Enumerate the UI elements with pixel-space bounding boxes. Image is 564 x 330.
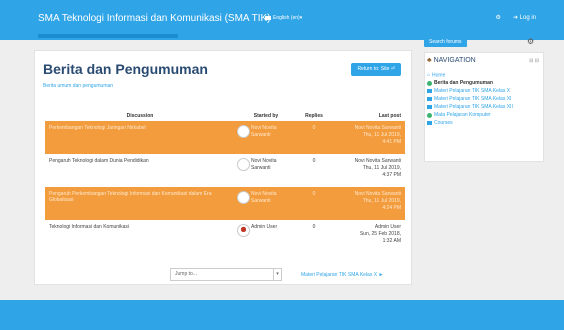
avatar[interactable] <box>237 191 250 204</box>
nav-item-kelas-xii[interactable]: Materi Pelajaran TIK SMA Kelas XII <box>427 103 543 111</box>
navigation-list: ⌂ Home Berita dan Pengumuman Materi Pelaj… <box>427 71 543 127</box>
last-post-date[interactable]: Thu, 11 Jul 2019, <box>331 132 401 139</box>
navbar-right: ⚙ ➜ Log in <box>496 14 536 21</box>
page-subtitle: Berita umum dan pengumuman <box>43 83 114 89</box>
last-post-time[interactable]: 4:41 PM <box>331 139 401 146</box>
page-footer <box>0 300 564 330</box>
discussion-table: Discussion Started by Replies Last post … <box>45 111 405 253</box>
starter-name[interactable]: Admin User <box>251 224 277 231</box>
last-post-time[interactable]: 4:37 PM <box>331 172 401 179</box>
return-icon: ⏎ <box>390 66 395 72</box>
avatar[interactable] <box>237 158 250 171</box>
page-title: Berita dan Pengumuman <box>43 61 208 77</box>
avatar[interactable] <box>237 224 250 237</box>
nav-item-kelas-x[interactable]: Materi Pelajaran TIK SMA Kelas X <box>427 87 543 95</box>
site-brand[interactable]: SMA Teknologi Informasi dan Komunikasi (… <box>38 13 271 24</box>
replies-count[interactable]: 0 <box>297 154 331 187</box>
settings-icon[interactable]: ⚙ <box>496 14 501 21</box>
jump-to-value: Jump to... <box>175 271 197 277</box>
forum-panel: Berita dan Pengumuman Berita umum dan pe… <box>34 50 412 285</box>
nav-item-courses[interactable]: Courses <box>427 119 543 127</box>
folder-icon <box>427 97 432 101</box>
home-icon: ⌂ <box>427 72 431 78</box>
gear-icon[interactable]: ⚙ <box>527 37 534 46</box>
collapse-icon[interactable]: ⊟ <box>535 58 539 64</box>
last-post-date[interactable]: Thu, 11 Jul 2019, <box>331 165 401 172</box>
discussion-link[interactable]: Pengaruh Teknologi dalam Dunia Pendidika… <box>45 154 235 187</box>
navigation-block: ♣ NAVIGATION ⊟ ⊟ ⌂ Home Berita dan Pengumu… <box>424 52 544 162</box>
last-post-author[interactable]: Novi Novita Sarwanti <box>331 158 401 165</box>
avatar[interactable] <box>237 125 250 138</box>
login-icon: ➜ <box>512 15 518 21</box>
last-post-time[interactable]: 1:32 AM <box>331 238 401 245</box>
folder-icon <box>427 105 432 109</box>
nav-item-berita[interactable]: Berita dan Pengumuman <box>427 79 543 87</box>
replies-count[interactable]: 0 <box>297 121 331 154</box>
language-menu[interactable]: English (en)▾ <box>265 15 302 21</box>
last-post-time[interactable]: 4:24 PM <box>331 205 401 212</box>
replies-count[interactable]: 0 <box>297 220 331 253</box>
table-row: Pengaruh Perkembangan Teknologi Informas… <box>45 187 405 220</box>
discussion-link[interactable]: Teknologi Informasi dan Komunikasi <box>45 220 235 253</box>
last-post-date[interactable]: Thu, 11 Jul 2019, <box>331 198 401 205</box>
table-header-row: Discussion Started by Replies Last post <box>45 111 405 121</box>
last-post-author[interactable]: Novi Novita Sarwanti <box>331 125 401 132</box>
sitemap-icon: ♣ <box>427 57 432 64</box>
last-post-cell: Admin User Sun, 25 Feb 2018, 1:32 AM <box>331 220 405 253</box>
header-discussion[interactable]: Discussion <box>45 111 235 121</box>
starter-cell: Novi Novita Sarwanti <box>235 154 297 187</box>
table-row: Teknologi Informasi dan Komunikasi Admin… <box>45 220 405 253</box>
search-forums-button[interactable]: Search forums <box>424 37 467 47</box>
select-arrow-icon: ▾ <box>273 269 281 280</box>
block-controls: ⊟ ⊟ <box>529 58 539 64</box>
header-replies[interactable]: Replies <box>297 111 331 121</box>
table-row: Perkembangan Teknologi Jaringan Nirkabel… <box>45 121 405 154</box>
navigation-heading: ♣ NAVIGATION <box>427 57 476 64</box>
header-started-by[interactable]: Started by <box>235 111 297 121</box>
folder-icon <box>427 89 432 93</box>
jump-to-select[interactable]: Jump to... ▾ <box>170 268 282 281</box>
nav-item-home[interactable]: ⌂ Home <box>427 71 543 79</box>
next-forum-link[interactable]: Materi Pelajaran TIK SMA Kelas X ► <box>301 272 383 278</box>
nav-item-kelas-xi[interactable]: Materi Pelajaran TIK SMA Kelas XI <box>427 95 543 103</box>
last-post-author[interactable]: Novi Novita Sarwanti <box>331 191 401 198</box>
nav-item-komputer[interactable]: Mata Pelajaran Komputer <box>427 111 543 119</box>
last-post-date[interactable]: Sun, 25 Feb 2018, <box>331 231 401 238</box>
starter-name[interactable]: Novi Novita Sarwanti <box>251 125 297 139</box>
forum-icon <box>427 80 432 86</box>
caret-down-icon: ▾ <box>299 15 303 21</box>
last-post-cell: Novi Novita Sarwanti Thu, 11 Jul 2019, 4… <box>331 187 405 220</box>
header-last-post[interactable]: Last post <box>331 111 405 121</box>
language-label: English (en) <box>273 15 300 21</box>
top-navbar: SMA Teknologi Informasi dan Komunikasi (… <box>0 0 564 40</box>
discussion-link[interactable]: Pengaruh Perkembangan Teknologi Informas… <box>45 187 235 220</box>
dock-icon[interactable]: ⊟ <box>529 58 533 64</box>
last-post-author[interactable]: Admin User <box>331 224 401 231</box>
last-post-cell: Novi Novita Sarwanti Thu, 11 Jul 2019, 4… <box>331 121 405 154</box>
table-row: Pengaruh Teknologi dalam Dunia Pendidika… <box>45 154 405 187</box>
starter-cell: Novi Novita Sarwanti <box>235 187 297 220</box>
active-tab-indicator <box>38 34 178 38</box>
starter-name[interactable]: Novi Novita Sarwanti <box>251 191 297 205</box>
starter-cell: Novi Novita Sarwanti <box>235 121 297 154</box>
flag-icon <box>265 15 271 20</box>
starter-cell: Admin User <box>235 220 297 253</box>
last-post-cell: Novi Novita Sarwanti Thu, 11 Jul 2019, 4… <box>331 154 405 187</box>
starter-name[interactable]: Novi Novita Sarwanti <box>251 158 297 172</box>
login-link[interactable]: ➜ Log in <box>513 14 536 21</box>
return-to-site-button[interactable]: Return to: Site ⏎ <box>351 63 401 76</box>
folder-icon <box>427 121 432 125</box>
discussion-link[interactable]: Perkembangan Teknologi Jaringan Nirkabel <box>45 121 235 154</box>
course-icon <box>427 112 432 118</box>
replies-count[interactable]: 0 <box>297 187 331 220</box>
